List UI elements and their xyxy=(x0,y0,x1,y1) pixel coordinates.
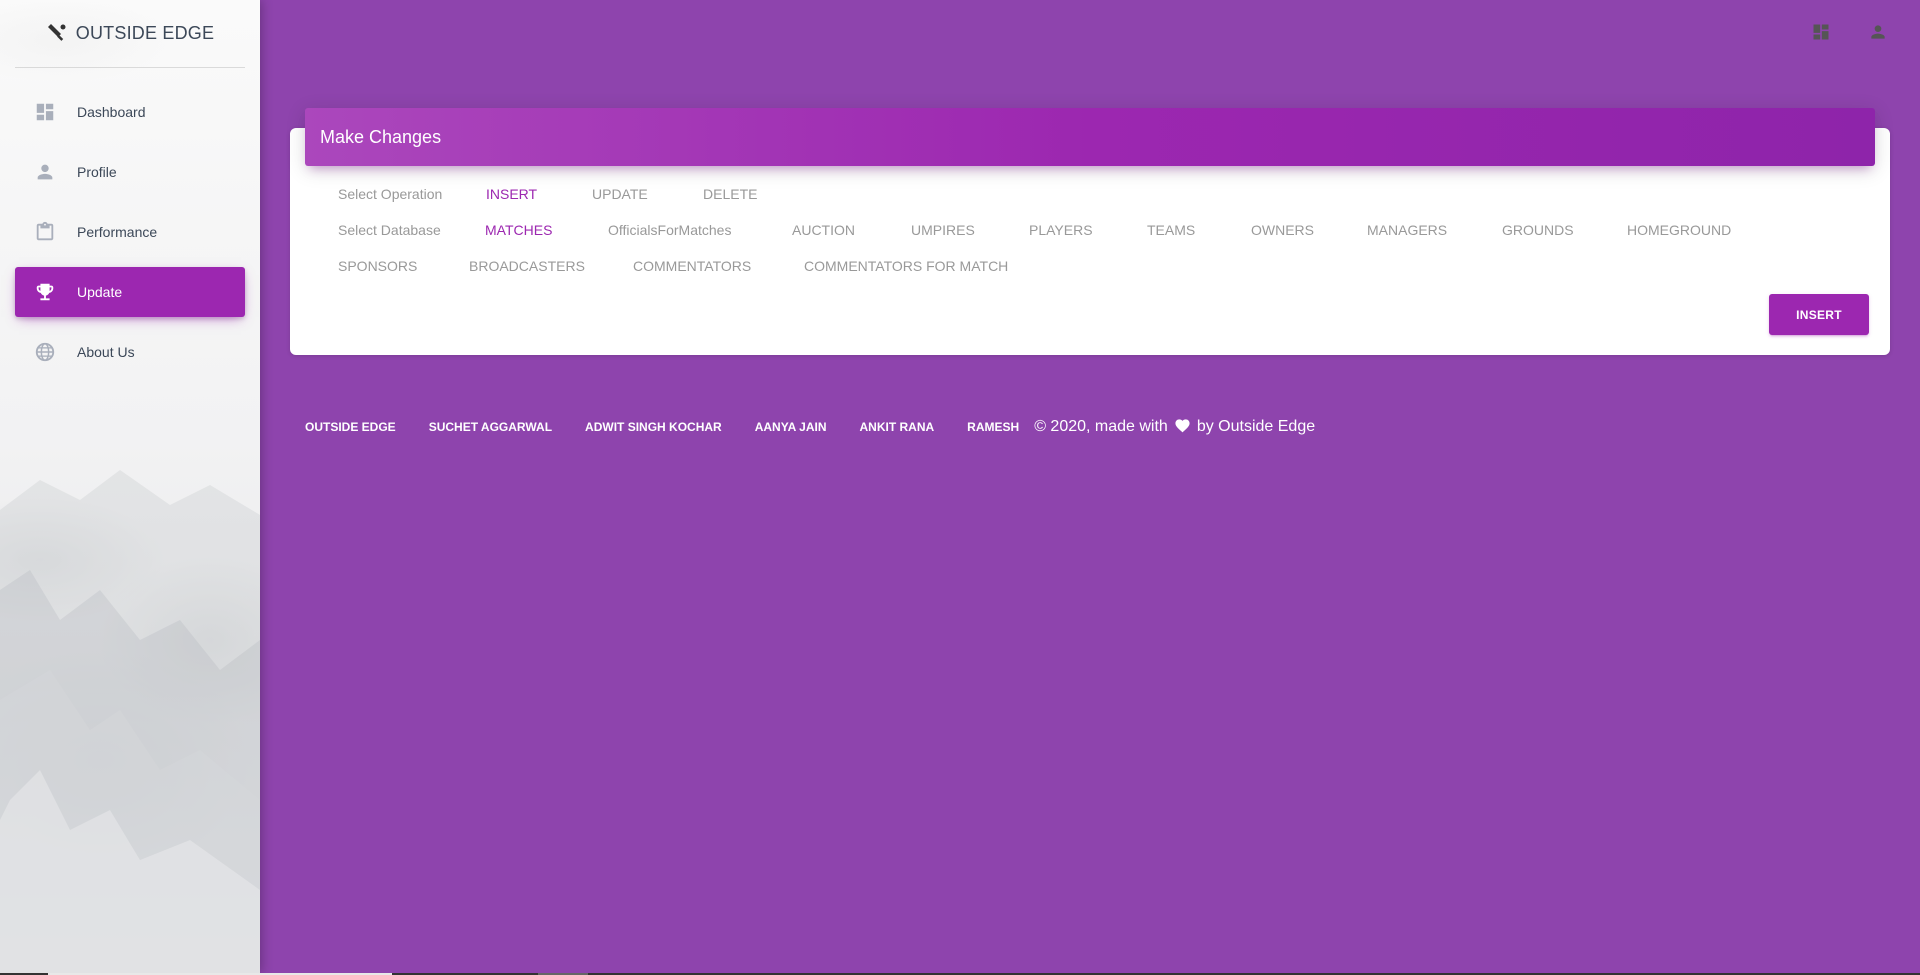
topbar-actions xyxy=(1809,20,1890,44)
operation-option-delete[interactable]: DELETE xyxy=(703,186,757,202)
sidebar-item-label: Update xyxy=(77,284,123,300)
database-option-commentators-for-match[interactable]: COMMENTATORS FOR MATCH xyxy=(804,258,1008,274)
operation-option-insert[interactable]: INSERT xyxy=(486,186,537,202)
footer-link-adwit-singh-kochar[interactable]: ADWIT SINGH KOCHAR xyxy=(585,420,722,434)
brand-divider xyxy=(15,67,245,68)
database-option-sponsors[interactable]: SPONSORS xyxy=(338,258,417,274)
heart-icon xyxy=(1174,417,1191,438)
footer-link-outside-edge[interactable]: OUTSIDE EDGE xyxy=(305,420,396,434)
database-label: Select Database xyxy=(338,222,441,238)
dashboard-icon[interactable] xyxy=(1809,20,1833,44)
card-title: Make Changes xyxy=(320,126,442,147)
database-option-managers[interactable]: MANAGERS xyxy=(1367,222,1447,238)
make-changes-card: Make Changes Select Operation INSERT UPD… xyxy=(290,108,1890,355)
database-option-owners[interactable]: OWNERS xyxy=(1251,222,1314,238)
globe-icon xyxy=(33,340,57,364)
sidebar-item-label: Profile xyxy=(77,164,117,180)
sidebar-item-dashboard[interactable]: Dashboard xyxy=(15,87,245,137)
insert-button[interactable]: INSERT xyxy=(1769,294,1869,335)
footer-link-suchet-aggarwal[interactable]: SUCHET AGGARWAL xyxy=(429,420,552,434)
footer: OUTSIDE EDGE SUCHET AGGARWAL ADWIT SINGH… xyxy=(305,416,1315,438)
trophy-icon xyxy=(33,280,57,304)
cricket-bat-icon xyxy=(46,22,68,44)
sidebar-item-performance[interactable]: Performance xyxy=(15,207,245,257)
database-option-teams[interactable]: TEAMS xyxy=(1147,222,1195,238)
sidebar-item-update[interactable]: Update xyxy=(15,267,245,317)
sidebar-item-label: About Us xyxy=(77,344,135,360)
sidebar-mountain-image xyxy=(0,470,260,973)
sidebar-item-about-us[interactable]: About Us xyxy=(15,327,245,377)
sidebar-item-label: Performance xyxy=(77,224,158,240)
sidebar-item-profile[interactable]: Profile xyxy=(15,147,245,197)
database-option-commentators[interactable]: COMMENTATORS xyxy=(633,258,751,274)
person-icon xyxy=(33,160,57,184)
card-header: Make Changes xyxy=(305,108,1875,166)
footer-link-aanya-jain[interactable]: AANYA JAIN xyxy=(755,420,827,434)
brand-title: OUTSIDE EDGE xyxy=(75,22,215,43)
clipboard-icon xyxy=(33,220,57,244)
sidebar-item-label: Dashboard xyxy=(77,104,146,120)
person-icon[interactable] xyxy=(1866,20,1890,44)
copyright-suffix: by Outside Edge xyxy=(1196,418,1316,435)
operation-label: Select Operation xyxy=(338,186,443,202)
sidebar: OUTSIDE EDGE Dashboard Profile Performan… xyxy=(0,0,260,973)
copyright: © 2020, made with by Outside Edge xyxy=(1034,417,1315,438)
database-option-players[interactable]: PLAYERS xyxy=(1029,222,1093,238)
database-option-homeground[interactable]: HOMEGROUND xyxy=(1627,222,1731,238)
database-option-matches[interactable]: MATCHES xyxy=(485,222,552,238)
operation-option-update[interactable]: UPDATE xyxy=(592,186,648,202)
database-option-officials-for-matches[interactable]: OfficialsForMatches xyxy=(608,222,731,238)
dashboard-icon xyxy=(33,100,57,124)
database-option-auction[interactable]: AUCTION xyxy=(792,222,855,238)
database-option-grounds[interactable]: GROUNDS xyxy=(1502,222,1574,238)
footer-link-ankit-rana[interactable]: ANKIT RANA xyxy=(860,420,935,434)
brand[interactable]: OUTSIDE EDGE xyxy=(0,0,260,66)
database-option-umpires[interactable]: UMPIRES xyxy=(911,222,975,238)
database-option-broadcasters[interactable]: BROADCASTERS xyxy=(469,258,585,274)
footer-link-ramesh[interactable]: RAMESH xyxy=(967,420,1019,434)
copyright-prefix: © 2020, made with xyxy=(1034,418,1168,435)
sidebar-nav: Dashboard Profile Performance Update Abo… xyxy=(15,87,245,387)
